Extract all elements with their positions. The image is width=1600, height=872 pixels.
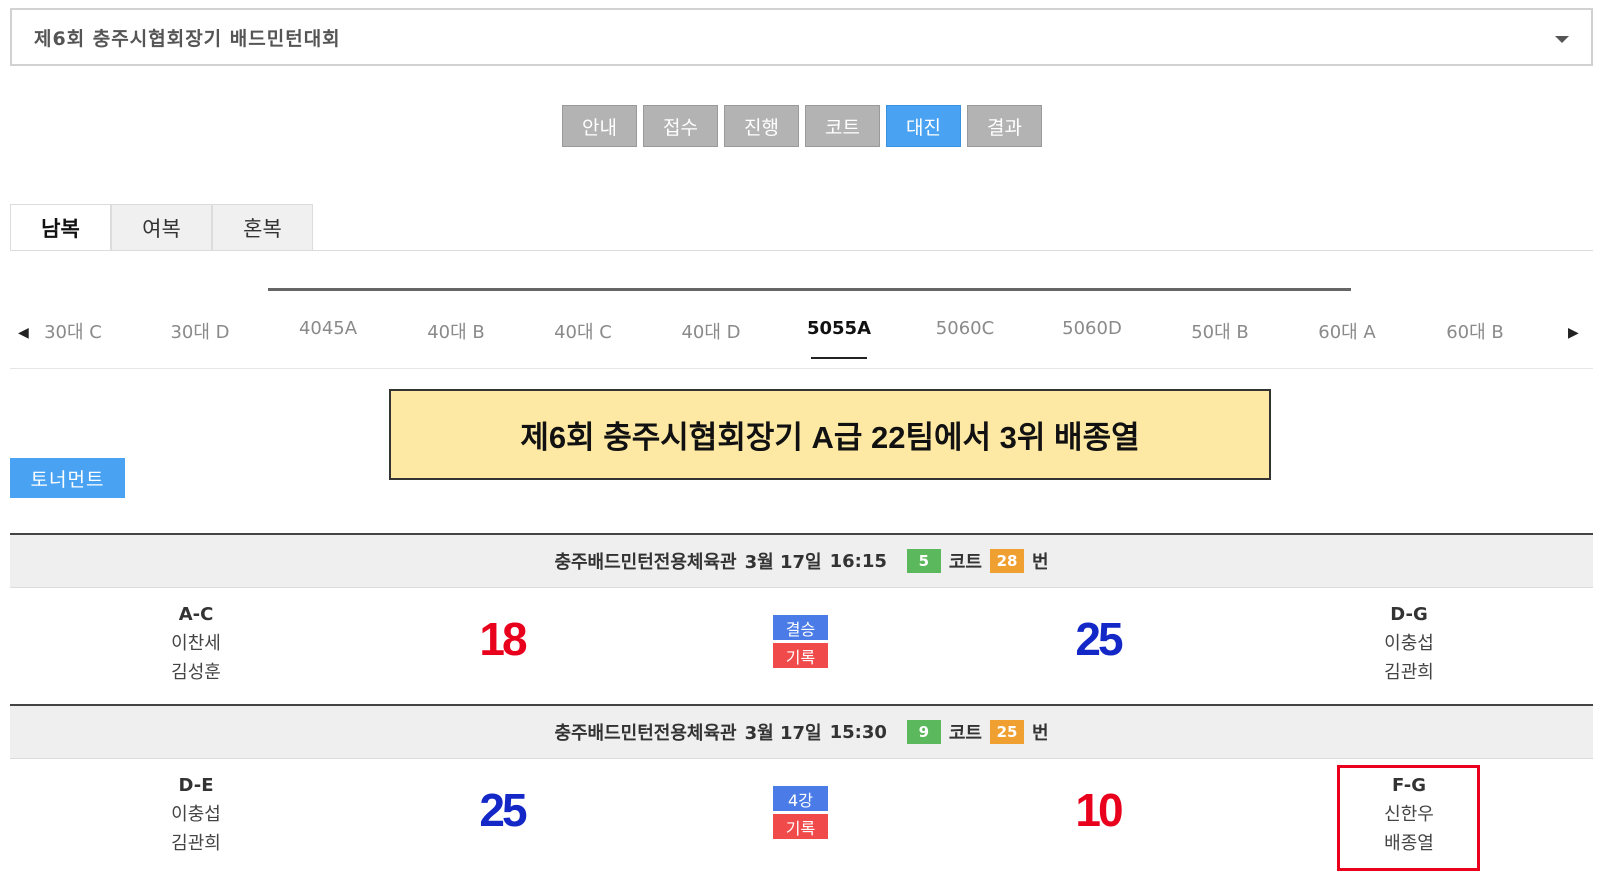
right-score: 25 xyxy=(1075,613,1123,665)
match-time: 16:15 xyxy=(829,550,887,572)
court-badge: 9 xyxy=(906,720,941,744)
main-nav: 안내 접수 진행 코트 대진 결과 xyxy=(562,105,1042,147)
nav-info-button[interactable]: 안내 xyxy=(562,105,637,147)
category-item[interactable]: 5060C xyxy=(910,318,1020,351)
match-card: 충주배드민턴전용체육관 3월 17일 16:15 5 코트 28 번 A-C 이… xyxy=(10,533,1593,703)
category-item[interactable]: 4045A xyxy=(273,318,383,351)
nav-register-button[interactable]: 접수 xyxy=(643,105,718,147)
tab-womens-doubles[interactable]: 여복 xyxy=(111,204,212,251)
team-name: D-E xyxy=(178,775,214,796)
player-name: 김성훈 xyxy=(171,662,221,683)
left-score: 25 xyxy=(479,784,527,836)
tab-mens-doubles[interactable]: 남복 xyxy=(10,204,111,251)
tournament-select[interactable]: 제6회 충주시협회장기 배드민턴대회 xyxy=(10,8,1593,66)
player-name: 이충섭 xyxy=(171,804,221,825)
match-number-badge: 28 xyxy=(990,549,1024,573)
category-item[interactable]: 60대 B xyxy=(1420,318,1530,356)
match-venue: 충주배드민턴전용체육관 xyxy=(554,552,737,573)
match-body: A-C 이찬세 김성훈 18 결승 기록 25 D-G 이충섭 김관희 xyxy=(10,588,1593,703)
highlight-box xyxy=(1337,765,1480,871)
left-team: D-E 이충섭 김관희 xyxy=(116,771,276,858)
match-card: 충주배드민턴전용체육관 3월 17일 15:30 9 코트 25 번 D-E 이… xyxy=(10,704,1593,872)
team-name: D-G xyxy=(1390,604,1428,625)
nav-court-button[interactable]: 코트 xyxy=(805,105,880,147)
category-strip: ◀ 30대 C 30대 D 4045A 40대 B 40대 C 40대 D 50… xyxy=(10,312,1593,362)
category-item[interactable]: 50대 B xyxy=(1165,318,1275,356)
number-label: 번 xyxy=(1032,552,1049,573)
annotation-box: 제6회 충주시협회장기 A급 22팀에서 3위 배종열 xyxy=(389,389,1271,480)
match-date: 3월 17일 xyxy=(744,723,822,744)
triangle-right-icon[interactable]: ▶ xyxy=(1568,325,1579,341)
tab-divider xyxy=(10,250,1593,251)
right-team: D-G 이충섭 김관희 xyxy=(1329,600,1489,687)
category-item[interactable]: 5060D xyxy=(1037,318,1147,351)
round-badge: 4강 xyxy=(773,786,828,811)
tournament-view-button[interactable]: 토너먼트 xyxy=(10,458,125,498)
category-item[interactable]: 40대 C xyxy=(528,318,638,356)
match-date: 3월 17일 xyxy=(744,552,822,573)
match-number-badge: 25 xyxy=(990,720,1024,744)
left-score: 18 xyxy=(479,613,527,665)
tournament-select-value: 제6회 충주시협회장기 배드민턴대회 xyxy=(34,27,341,50)
tab-mixed-doubles[interactable]: 혼복 xyxy=(212,204,313,251)
team-name: A-C xyxy=(178,604,214,625)
category-item[interactable]: 40대 D xyxy=(656,318,766,356)
player-name: 이찬세 xyxy=(171,633,221,654)
category-item[interactable]: 30대 C xyxy=(18,318,128,356)
match-body: D-E 이충섭 김관희 25 4강 기록 10 F-G 신한우 배종열 xyxy=(10,759,1593,872)
round-badge: 결승 xyxy=(773,615,828,640)
court-badge: 5 xyxy=(906,549,941,573)
record-button[interactable]: 기록 xyxy=(773,814,828,839)
round-badges: 결승 기록 xyxy=(773,615,828,671)
category-item[interactable]: 40대 B xyxy=(401,318,511,356)
match-header: 충주배드민턴전용체육관 3월 17일 16:15 5 코트 28 번 xyxy=(10,533,1593,588)
match-time: 15:30 xyxy=(829,721,887,743)
left-team: A-C 이찬세 김성훈 xyxy=(116,600,276,687)
nav-draw-button[interactable]: 대진 xyxy=(886,105,961,147)
category-divider xyxy=(10,368,1593,369)
nav-result-button[interactable]: 결과 xyxy=(967,105,1042,147)
record-button[interactable]: 기록 xyxy=(773,643,828,668)
player-name: 이충섭 xyxy=(1384,633,1434,654)
category-item[interactable]: 30대 D xyxy=(145,318,255,356)
nav-progress-button[interactable]: 진행 xyxy=(724,105,799,147)
category-item-active[interactable]: 5055A xyxy=(784,318,894,359)
event-tabs: 남복 여복 혼복 xyxy=(10,204,313,251)
caret-down-icon xyxy=(1555,36,1569,43)
match-venue: 충주배드민턴전용체육관 xyxy=(554,723,737,744)
round-badges: 4강 기록 xyxy=(773,786,828,842)
player-name: 김관희 xyxy=(171,833,221,854)
annotation-text: 제6회 충주시협회장기 A급 22팀에서 3위 배종열 xyxy=(520,420,1140,455)
number-label: 번 xyxy=(1032,723,1049,744)
right-score: 10 xyxy=(1075,784,1123,836)
category-item[interactable]: 60대 A xyxy=(1292,318,1402,356)
player-name: 김관희 xyxy=(1384,662,1434,683)
court-label: 코트 xyxy=(948,552,982,573)
court-label: 코트 xyxy=(948,723,982,744)
category-scrollbar[interactable] xyxy=(268,288,1351,291)
match-header: 충주배드민턴전용체육관 3월 17일 15:30 9 코트 25 번 xyxy=(10,704,1593,759)
